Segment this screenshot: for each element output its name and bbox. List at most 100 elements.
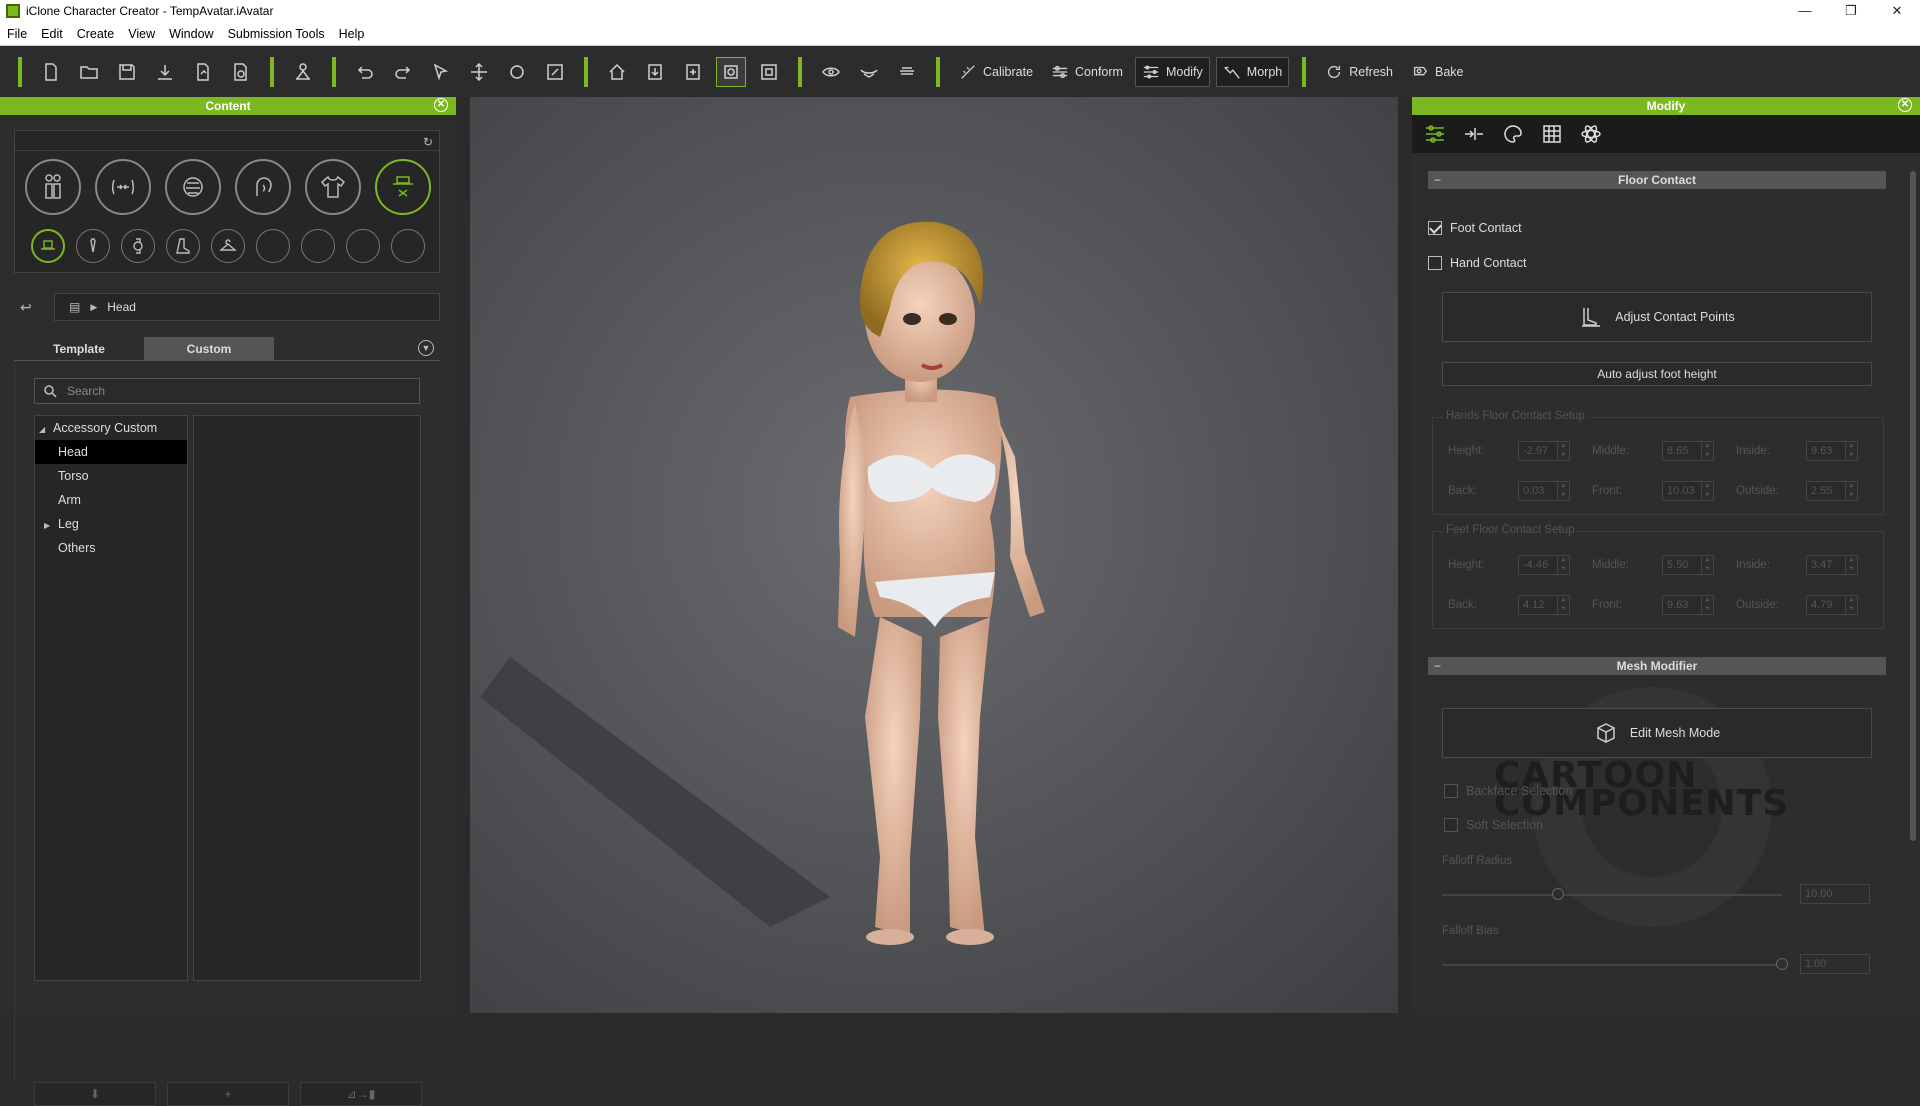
foot-contact-checkbox[interactable]: Foot Contact <box>1428 221 1522 235</box>
home-view-button[interactable] <box>602 57 632 87</box>
subcategory-hanger[interactable] <box>211 229 245 263</box>
falloff-bias-slider[interactable] <box>1442 958 1788 970</box>
export-button[interactable] <box>188 57 218 87</box>
category-clothing[interactable] <box>305 159 361 215</box>
refresh-button[interactable]: Refresh <box>1319 57 1399 87</box>
breadcrumb-current[interactable]: Head <box>107 300 136 314</box>
conform-button[interactable]: Conform <box>1045 57 1129 87</box>
rotate-icon <box>510 65 524 79</box>
subcategory-watch[interactable] <box>121 229 155 263</box>
subcategory-empty[interactable] <box>391 229 425 263</box>
download-button[interactable]: ⬇ <box>34 1082 156 1106</box>
chevron-down-icon[interactable]: ▼ <box>418 340 434 356</box>
add-button[interactable]: + <box>167 1082 289 1106</box>
falloff-bias-value[interactable]: 1.00 <box>1800 954 1870 974</box>
category-skin[interactable] <box>165 159 221 215</box>
morph-button[interactable]: Morph <box>1215 57 1290 87</box>
falloff-radius-slider[interactable] <box>1442 888 1782 900</box>
feet-inside-field: Inside: 3.47 ▲ ▼ <box>1736 555 1858 575</box>
refresh-library-icon[interactable]: ↻ <box>423 135 433 149</box>
subcategory-tie[interactable] <box>76 229 110 263</box>
minimize-button[interactable]: — <box>1782 0 1828 22</box>
settings-doc-button[interactable] <box>226 57 256 87</box>
menu-create[interactable]: Create <box>70 27 122 41</box>
category-head[interactable] <box>235 159 291 215</box>
calibrate-button[interactable]: Calibrate <box>953 57 1039 87</box>
adjust-contact-points-button[interactable]: Adjust Contact Points <box>1442 292 1872 342</box>
floor-contact-header[interactable]: − Floor Contact <box>1428 171 1886 189</box>
menu-view[interactable]: View <box>121 27 162 41</box>
search-field[interactable]: Search <box>34 378 420 404</box>
category-body[interactable] <box>25 159 81 215</box>
subcategory-empty[interactable] <box>256 229 290 263</box>
menu-edit[interactable]: Edit <box>34 27 70 41</box>
panel-scrollbar[interactable] <box>1910 171 1916 841</box>
menu-window[interactable]: Window <box>162 27 220 41</box>
menu-file[interactable]: File <box>0 27 34 41</box>
hand-contact-checkbox[interactable]: Hand Contact <box>1428 256 1526 270</box>
tab-template[interactable]: Template <box>14 337 144 360</box>
root-folder-icon[interactable]: ▤ <box>69 300 80 314</box>
subcategory-empty[interactable] <box>346 229 380 263</box>
back-icon[interactable]: ↩ <box>14 299 54 316</box>
category-morph[interactable] <box>95 159 151 215</box>
close-panel-icon[interactable]: ✕ <box>434 98 448 112</box>
menu-help[interactable]: Help <box>332 27 372 41</box>
close-panel-icon[interactable]: ✕ <box>1898 98 1912 112</box>
slider-knob[interactable] <box>1552 888 1564 900</box>
tree-item-others[interactable]: Others <box>35 536 187 560</box>
tab-attributes[interactable] <box>1420 119 1450 149</box>
category-accessory[interactable] <box>375 159 431 215</box>
scale-button[interactable] <box>540 57 570 87</box>
fit-down-button[interactable] <box>640 57 670 87</box>
slider-knob[interactable] <box>1776 958 1788 970</box>
fit-selection-button[interactable] <box>678 57 708 87</box>
redo-button[interactable] <box>388 57 418 87</box>
tree-item-head[interactable]: Head <box>35 440 187 464</box>
subcategory-hat[interactable] <box>31 229 65 263</box>
maximize-button[interactable]: ❐ <box>1828 0 1874 22</box>
move-button[interactable] <box>464 57 494 87</box>
character-button[interactable] <box>288 57 318 87</box>
frame-active-button[interactable] <box>716 57 746 87</box>
floor-button[interactable] <box>854 57 884 87</box>
new-file-button[interactable] <box>36 57 66 87</box>
tree-root[interactable]: ◢ Accessory Custom <box>35 416 187 440</box>
3d-viewport[interactable] <box>470 97 1398 1013</box>
modify-panel-header: Modify ✕ <box>1412 97 1920 115</box>
auto-adjust-foot-height-button[interactable]: Auto adjust foot height <box>1442 362 1872 386</box>
bake-button[interactable]: Bake <box>1405 57 1470 87</box>
select-button[interactable] <box>426 57 456 87</box>
frame-all-button[interactable] <box>754 57 784 87</box>
undo-button[interactable] <box>350 57 380 87</box>
toolbar-separator <box>332 57 336 87</box>
backface-selection-checkbox[interactable]: Backface Selection <box>1444 784 1572 798</box>
save-button[interactable] <box>112 57 142 87</box>
open-button[interactable] <box>74 57 104 87</box>
subcategory-empty[interactable] <box>301 229 335 263</box>
tree-item-arm[interactable]: Arm <box>35 488 187 512</box>
tab-material[interactable] <box>1498 119 1528 149</box>
tab-texture[interactable] <box>1537 119 1567 149</box>
tree-item-torso[interactable]: Torso <box>35 464 187 488</box>
tab-custom[interactable]: Custom <box>144 337 274 360</box>
right-splitter[interactable] <box>1398 97 1412 1013</box>
visibility-button[interactable] <box>816 57 846 87</box>
edit-mesh-mode-button[interactable]: Edit Mesh Mode <box>1442 708 1872 758</box>
tab-conform[interactable] <box>1459 119 1489 149</box>
left-splitter[interactable] <box>456 97 470 1013</box>
soft-selection-checkbox[interactable]: Soft Selection <box>1444 818 1543 832</box>
tree-item-leg[interactable]: ▶ Leg <box>35 512 187 536</box>
rotate-button[interactable] <box>502 57 532 87</box>
content-panel: Content ✕ ↻ ↩ ▤ ▶ Head Template Custom ▼… <box>0 97 456 1106</box>
subcategory-shoe[interactable] <box>166 229 200 263</box>
falloff-radius-value[interactable]: 10.00 <box>1800 884 1870 904</box>
import-button[interactable] <box>150 57 180 87</box>
content-tabs: Template Custom ▼ <box>14 337 440 361</box>
apply-button[interactable]: ⊿→▮ <box>300 1082 422 1106</box>
tab-physics[interactable] <box>1576 119 1606 149</box>
close-button[interactable]: ✕ <box>1874 0 1920 22</box>
grid-button[interactable] <box>892 57 922 87</box>
menu-submission-tools[interactable]: Submission Tools <box>221 27 332 41</box>
modify-button[interactable]: Modify <box>1134 57 1210 87</box>
